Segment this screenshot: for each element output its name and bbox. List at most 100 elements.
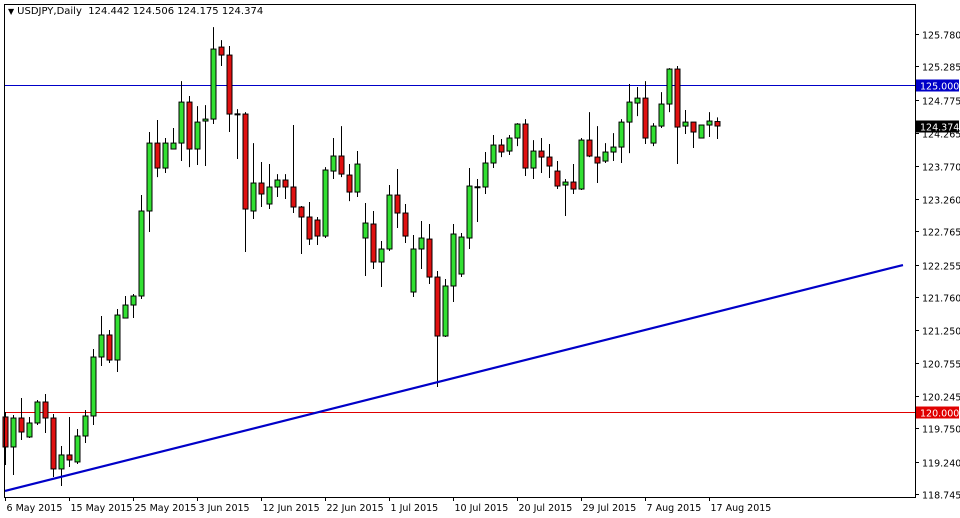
support-price-label: 120.000 xyxy=(920,409,959,420)
time-tick-label: 6 May 2015 xyxy=(7,503,63,514)
bearish-candle-body xyxy=(18,417,25,433)
bearish-candle-body xyxy=(538,150,545,158)
bearish-candle-body xyxy=(522,123,529,169)
bullish-candle-body xyxy=(90,356,97,417)
price-tick-label: 119.750 xyxy=(922,425,960,436)
bearish-candle-body xyxy=(434,276,441,337)
time-tick-label: 7 Aug 2015 xyxy=(647,503,702,514)
bearish-candle-body xyxy=(42,401,49,419)
bullish-candle-body xyxy=(274,179,281,188)
candle xyxy=(106,330,113,364)
current-price-label: 124.374 xyxy=(920,123,959,134)
price-tick-label: 118.745 xyxy=(922,491,960,502)
bearish-candle-body xyxy=(402,212,409,237)
bearish-candle-body xyxy=(154,142,161,169)
bearish-candle-body xyxy=(370,223,377,263)
time-tick-label: 3 Jun 2015 xyxy=(199,503,250,514)
bullish-candle-body xyxy=(658,103,665,127)
bullish-candle-body xyxy=(698,124,705,139)
time-tick-label: 15 May 2015 xyxy=(71,503,133,514)
bearish-candle-body xyxy=(306,216,313,240)
chart-header: ▼ USDJPY,Daily 124.442 124.506 124.175 12… xyxy=(8,6,263,17)
bearish-candle-body xyxy=(226,54,233,115)
price-tick-label: 122.255 xyxy=(922,262,960,273)
bullish-candle-body xyxy=(250,182,257,212)
bullish-candle-body xyxy=(378,248,385,263)
price-tick-label: 120.245 xyxy=(922,393,960,404)
bullish-candle-body xyxy=(266,186,273,205)
bullish-candle-body xyxy=(202,118,209,122)
bearish-candle-body xyxy=(50,417,57,470)
bearish-candle-body xyxy=(314,219,321,237)
bullish-candle-body xyxy=(330,155,337,172)
candle xyxy=(650,123,657,147)
bullish-candle-body xyxy=(130,295,137,306)
candle xyxy=(90,349,97,426)
time-tick-label: 22 Jun 2015 xyxy=(327,503,384,514)
bullish-candle-body xyxy=(170,142,177,150)
bearish-candle-body xyxy=(586,139,593,157)
bullish-candle-body xyxy=(474,186,481,189)
price-tick-label: 123.770 xyxy=(922,163,960,174)
price-tick-label: 121.250 xyxy=(922,327,960,338)
price-tick-label: 125.780 xyxy=(922,31,960,42)
bearish-candle-body xyxy=(546,156,553,167)
bullish-candle-body xyxy=(634,97,641,104)
candle xyxy=(322,167,329,239)
price-axis: 125.780125.285124.775124.265123.770123.2… xyxy=(915,31,960,502)
candle xyxy=(442,279,449,338)
bullish-candle-body xyxy=(450,233,457,287)
bullish-candle-body xyxy=(58,454,65,470)
price-tick-label: 119.240 xyxy=(922,459,960,470)
candlestick-chart[interactable]: 125.780125.285124.775124.265123.770123.2… xyxy=(0,0,960,518)
bearish-candle-body xyxy=(554,170,561,187)
bearish-candle-body xyxy=(394,194,401,214)
triangle-down-icon[interactable]: ▼ xyxy=(8,7,14,16)
bullish-candle-body xyxy=(162,142,169,169)
candle xyxy=(698,124,705,139)
bearish-candle-body xyxy=(346,174,353,193)
bullish-candle-body xyxy=(194,121,201,150)
bullish-candle-body xyxy=(626,101,633,123)
bearish-candle-body xyxy=(2,416,9,448)
price-tick-label: 123.260 xyxy=(922,196,960,207)
bullish-candle-body xyxy=(506,137,513,152)
time-tick-label: 29 Jul 2015 xyxy=(583,503,637,514)
bullish-candle-body xyxy=(114,314,121,361)
symbol-timeframe: USDJPY,Daily xyxy=(17,6,82,17)
time-tick-label: 20 Jul 2015 xyxy=(519,503,573,514)
bearish-candle-body xyxy=(290,186,297,208)
bearish-candle-body xyxy=(570,181,577,190)
bullish-candle-body xyxy=(354,163,361,193)
bearish-candle-body xyxy=(714,121,721,127)
bullish-candle-body xyxy=(10,417,17,448)
bullish-candle-body xyxy=(466,185,473,239)
bullish-candle-body xyxy=(458,236,465,275)
bearish-candle-body xyxy=(66,454,73,461)
time-tick-label: 12 Jun 2015 xyxy=(263,503,320,514)
bullish-candle-body xyxy=(234,113,241,116)
bearish-candle-body xyxy=(690,121,697,133)
candle xyxy=(522,119,529,177)
bullish-candle-body xyxy=(562,181,569,186)
bullish-candle-body xyxy=(482,162,489,188)
candle xyxy=(138,195,145,300)
bearish-candle-body xyxy=(298,206,305,218)
bullish-candle-body xyxy=(322,169,329,237)
bullish-candle-body xyxy=(74,435,81,463)
bearish-candle-body xyxy=(674,68,681,128)
bullish-candle-body xyxy=(618,121,625,148)
bullish-candle-body xyxy=(490,144,497,164)
price-tick-label: 121.760 xyxy=(922,294,960,305)
bearish-candle-body xyxy=(106,334,113,361)
bullish-candle-body xyxy=(530,150,537,169)
bullish-candle-body xyxy=(122,304,129,319)
bearish-candle-body xyxy=(426,238,433,278)
bearish-candle-body xyxy=(642,97,649,139)
candle xyxy=(50,413,57,477)
bullish-candle-body xyxy=(82,415,89,437)
bullish-candle-body xyxy=(362,222,369,239)
candle xyxy=(162,138,169,174)
bullish-candle-body xyxy=(682,121,689,127)
bullish-candle-body xyxy=(386,194,393,250)
